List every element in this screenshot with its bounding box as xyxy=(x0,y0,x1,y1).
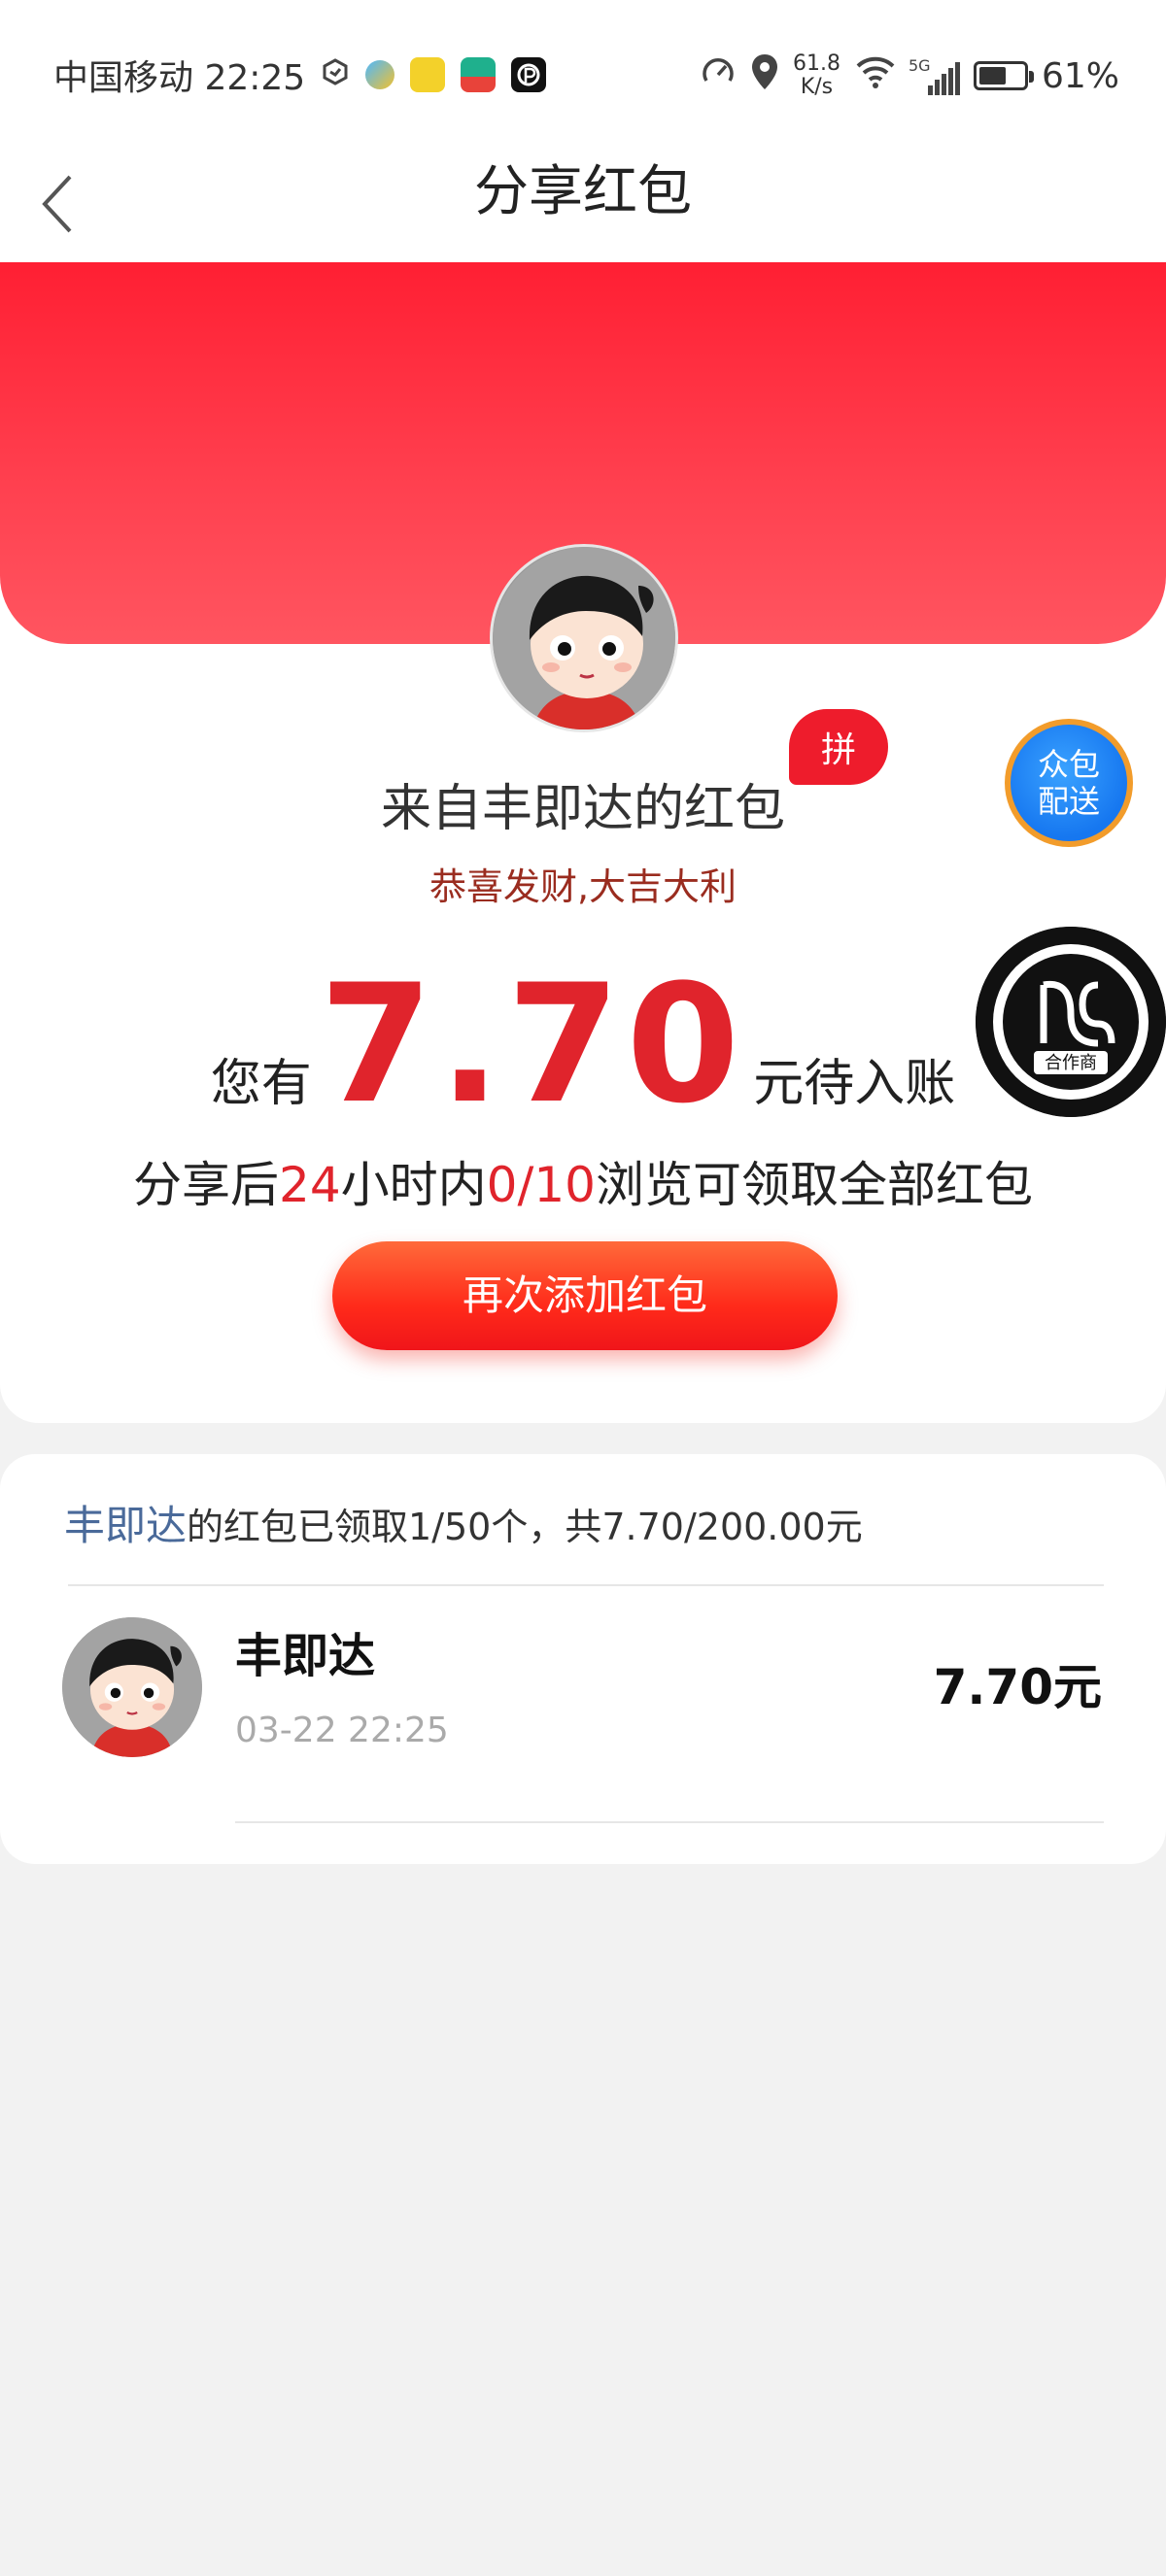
share-rule-text: 分享后24小时内0/10浏览可领取全部红包 xyxy=(0,1146,1166,1216)
speedometer-icon xyxy=(700,53,737,99)
app-notification-icon xyxy=(365,60,395,89)
red-packet-card: 拼 来自丰即达的红包 恭喜发财,大吉大利 您有 7.70 元待入账 分享后24小… xyxy=(0,262,1166,1423)
claim-summary: 丰即达的红包已领取1/50个，共7.70/200.00元 xyxy=(64,1493,863,1552)
claim-records-card: 丰即达的红包已领取1/50个，共7.70/200.00元 丰即达 03-22 2… xyxy=(0,1454,1166,1864)
carrier-time: 中国移动 22:25 xyxy=(53,58,306,98)
net-speed-unit: K/s xyxy=(800,75,834,99)
p-app-icon xyxy=(511,57,547,92)
add-red-packet-button[interactable]: 再次添加红包 xyxy=(332,1241,838,1350)
sender-avatar xyxy=(490,544,678,732)
amount-suffix: 元待入账 xyxy=(753,1055,956,1113)
crowdsource-delivery-badge: 众包 配送 xyxy=(1011,725,1127,841)
share-rule-hours: 24 xyxy=(279,1157,341,1213)
partner-badge-button[interactable]: 合作商 xyxy=(976,927,1166,1117)
amount-prefix: 您有 xyxy=(210,1055,312,1113)
page-title: 分享红包 xyxy=(474,160,692,223)
status-right: 61.8 K/s 5G 61% xyxy=(700,47,1119,105)
status-left: 中国移动 22:25 xyxy=(53,51,547,99)
nav-bar: 分享红包 xyxy=(0,146,1166,262)
crowdsource-line2: 配送 xyxy=(1037,783,1100,820)
crowdsource-delivery-button[interactable]: 众包 配送 xyxy=(1005,719,1133,847)
claimer-name: 丰即达 xyxy=(235,1629,376,1683)
rabbit-app-icon xyxy=(410,57,446,92)
claimer-avatar xyxy=(62,1617,202,1757)
summary-text: 的红包已领取1/50个，共7.70/200.00元 xyxy=(187,1506,863,1548)
packet-from-title: 来自丰即达的红包 xyxy=(380,780,785,838)
crowdsource-line1: 众包 xyxy=(1037,746,1100,783)
share-rule-part1: 分享后 xyxy=(133,1157,280,1213)
net-speed: 61.8 K/s xyxy=(793,52,840,99)
amount-value: 7.70 xyxy=(319,949,746,1139)
hexagon-icon xyxy=(321,55,350,95)
network-type-label: 5G xyxy=(908,56,931,75)
divider xyxy=(68,1584,1104,1586)
partner-logo-icon xyxy=(976,927,1166,1117)
share-rule-part2: 小时内 xyxy=(340,1157,487,1213)
summary-sender: 丰即达 xyxy=(64,1502,188,1549)
packet-greeting: 恭喜发财,大吉大利 xyxy=(429,865,737,908)
wifi-icon xyxy=(854,54,897,98)
claim-amount: 7.70元 xyxy=(933,1659,1102,1715)
cellular-signal-icon: 5G xyxy=(908,56,960,95)
share-rule-part3: 浏览可领取全部红包 xyxy=(595,1157,1033,1213)
share-rule-progress: 0/10 xyxy=(486,1157,596,1213)
net-speed-value: 61.8 xyxy=(793,51,840,76)
status-bar: 中国移动 22:25 61.8 K/s 5G 61% xyxy=(0,0,1166,146)
store-app-icon xyxy=(461,57,497,92)
partner-label: 合作商 xyxy=(1045,1053,1097,1073)
location-icon xyxy=(750,52,779,100)
battery-icon xyxy=(973,61,1034,90)
divider xyxy=(235,1821,1104,1823)
claim-time: 03-22 22:25 xyxy=(235,1711,449,1750)
battery-percent: 61% xyxy=(1041,55,1119,96)
